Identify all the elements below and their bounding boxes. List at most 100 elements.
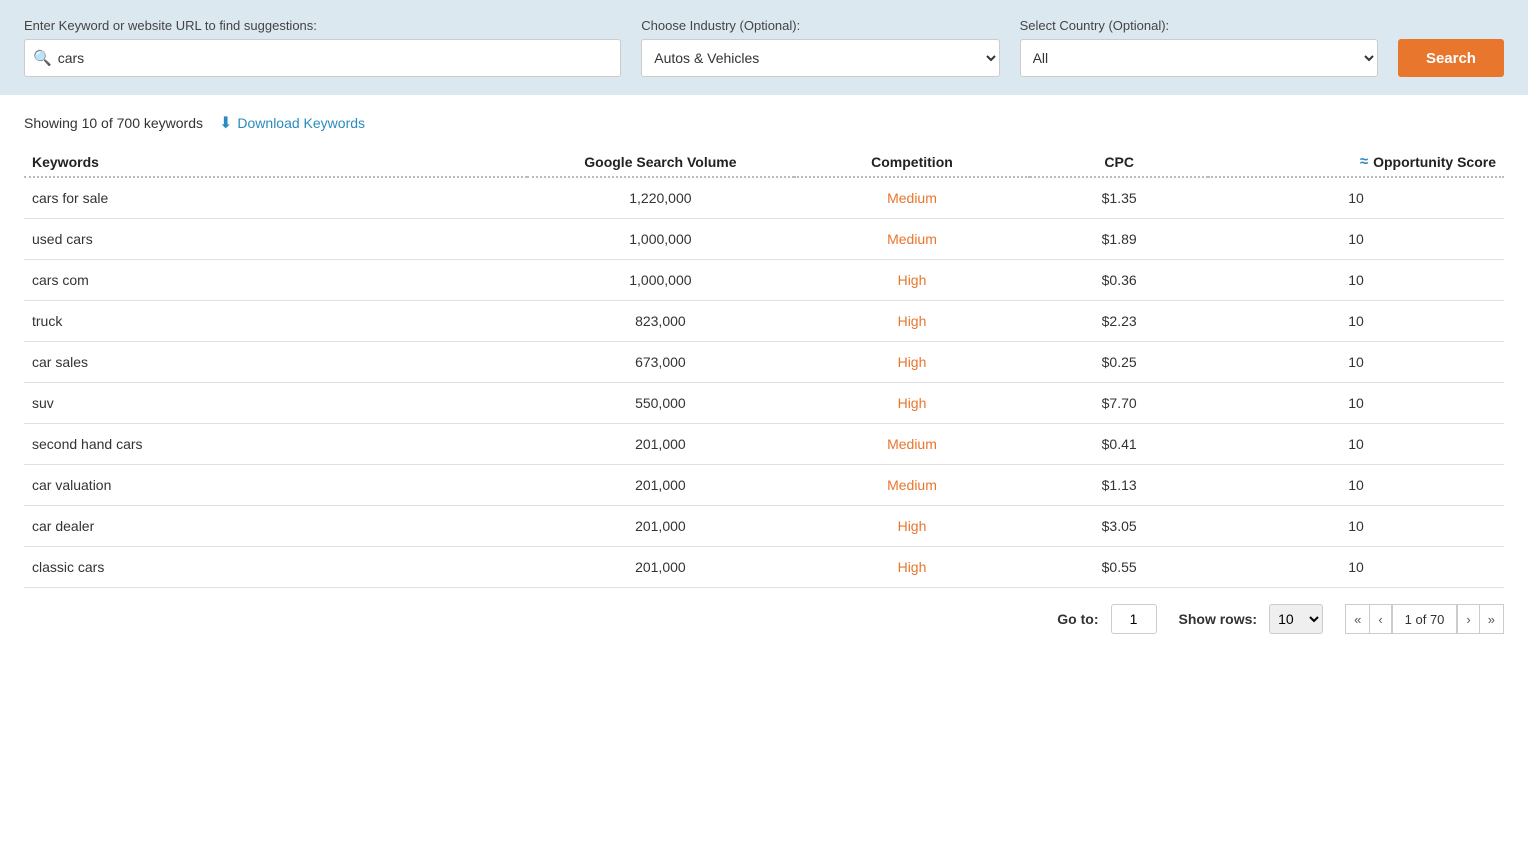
cell-competition: High (794, 301, 1031, 342)
cell-cpc: $2.23 (1030, 301, 1208, 342)
cell-opportunity: 10 (1208, 177, 1504, 219)
page-info: 1 of 70 (1392, 604, 1458, 634)
pagination-controls: « ‹ 1 of 70 › » (1345, 604, 1504, 634)
cell-volume: 1,220,000 (527, 177, 793, 219)
table-row: car dealer 201,000 High $3.05 10 (24, 506, 1504, 547)
cell-keyword: used cars (24, 219, 527, 260)
cell-volume: 1,000,000 (527, 260, 793, 301)
table-row: classic cars 201,000 High $0.55 10 (24, 547, 1504, 588)
table-row: suv 550,000 High $7.70 10 (24, 383, 1504, 424)
cell-volume: 823,000 (527, 301, 793, 342)
table-header-row: Keywords Google Search Volume Competitio… (24, 143, 1504, 177)
keywords-table: Keywords Google Search Volume Competitio… (24, 143, 1504, 588)
search-bar: Enter Keyword or website URL to find sug… (0, 0, 1528, 95)
country-select[interactable]: All United States United Kingdom Canada … (1020, 39, 1378, 77)
opportunity-label: Opportunity Score (1373, 154, 1496, 170)
cell-cpc: $0.55 (1030, 547, 1208, 588)
cell-volume: 1,000,000 (527, 219, 793, 260)
goto-label: Go to: (1057, 611, 1098, 627)
cell-competition: High (794, 342, 1031, 383)
search-icon: 🔍 (33, 49, 52, 67)
download-icon: ⬇ (219, 113, 232, 133)
cell-keyword: suv (24, 383, 527, 424)
cell-cpc: $1.35 (1030, 177, 1208, 219)
col-header-cpc: CPC (1030, 143, 1208, 177)
table-row: car sales 673,000 High $0.25 10 (24, 342, 1504, 383)
cell-volume: 201,000 (527, 506, 793, 547)
download-keywords-label: Download Keywords (237, 115, 365, 131)
cell-volume: 673,000 (527, 342, 793, 383)
table-row: car valuation 201,000 Medium $1.13 10 (24, 465, 1504, 506)
col-header-volume: Google Search Volume (527, 143, 793, 177)
cell-cpc: $3.05 (1030, 506, 1208, 547)
cell-competition: High (794, 260, 1031, 301)
cell-volume: 201,000 (527, 465, 793, 506)
keyword-group: Enter Keyword or website URL to find sug… (24, 18, 621, 77)
keyword-input-wrap: 🔍 (24, 39, 621, 77)
keywords-table-wrap: Keywords Google Search Volume Competitio… (0, 143, 1528, 588)
cell-keyword: cars for sale (24, 177, 527, 219)
cell-opportunity: 10 (1208, 465, 1504, 506)
industry-group: Choose Industry (Optional): Autos & Vehi… (641, 18, 999, 77)
col-header-opportunity: ≈ Opportunity Score (1208, 143, 1504, 177)
results-header: Showing 10 of 700 keywords ⬇ Download Ke… (0, 95, 1528, 143)
cell-opportunity: 10 (1208, 383, 1504, 424)
keyword-input[interactable] (52, 50, 613, 66)
cell-competition: High (794, 383, 1031, 424)
cell-opportunity: 10 (1208, 506, 1504, 547)
cell-volume: 201,000 (527, 547, 793, 588)
cell-keyword: car valuation (24, 465, 527, 506)
cell-cpc: $0.36 (1030, 260, 1208, 301)
col-header-competition: Competition (794, 143, 1031, 177)
cell-competition: High (794, 506, 1031, 547)
showing-text: Showing 10 of 700 keywords (24, 115, 203, 131)
search-button[interactable]: Search (1398, 39, 1504, 77)
waves-icon: ≈ (1360, 153, 1368, 170)
industry-label: Choose Industry (Optional): (641, 18, 999, 33)
cell-opportunity: 10 (1208, 219, 1504, 260)
next-page-button[interactable]: › (1457, 604, 1479, 634)
download-keywords-link[interactable]: ⬇ Download Keywords (219, 113, 365, 133)
first-page-button[interactable]: « (1345, 604, 1369, 634)
country-group: Select Country (Optional): All United St… (1020, 18, 1378, 77)
goto-input[interactable] (1111, 604, 1157, 634)
table-row: used cars 1,000,000 Medium $1.89 10 (24, 219, 1504, 260)
industry-select[interactable]: Autos & Vehicles Arts & Entertainment Fi… (641, 39, 999, 77)
last-page-button[interactable]: » (1480, 604, 1504, 634)
cell-competition: Medium (794, 424, 1031, 465)
country-label: Select Country (Optional): (1020, 18, 1378, 33)
cell-keyword: classic cars (24, 547, 527, 588)
cell-competition: Medium (794, 219, 1031, 260)
cell-cpc: $1.13 (1030, 465, 1208, 506)
table-row: truck 823,000 High $2.23 10 (24, 301, 1504, 342)
cell-opportunity: 10 (1208, 260, 1504, 301)
cell-volume: 550,000 (527, 383, 793, 424)
prev-page-button[interactable]: ‹ (1369, 604, 1391, 634)
pagination-row: Go to: Show rows: 10 25 50 100 « ‹ 1 of … (0, 588, 1528, 650)
cell-keyword: car dealer (24, 506, 527, 547)
table-row: second hand cars 201,000 Medium $0.41 10 (24, 424, 1504, 465)
cell-opportunity: 10 (1208, 301, 1504, 342)
cell-opportunity: 10 (1208, 547, 1504, 588)
cell-keyword: second hand cars (24, 424, 527, 465)
cell-competition: Medium (794, 465, 1031, 506)
cell-volume: 201,000 (527, 424, 793, 465)
cell-opportunity: 10 (1208, 342, 1504, 383)
cell-competition: Medium (794, 177, 1031, 219)
cell-keyword: truck (24, 301, 527, 342)
cell-keyword: car sales (24, 342, 527, 383)
showrows-label: Show rows: (1179, 611, 1258, 627)
cell-keyword: cars com (24, 260, 527, 301)
cell-cpc: $0.25 (1030, 342, 1208, 383)
table-body: cars for sale 1,220,000 Medium $1.35 10 … (24, 177, 1504, 588)
keyword-label: Enter Keyword or website URL to find sug… (24, 18, 621, 33)
table-row: cars for sale 1,220,000 Medium $1.35 10 (24, 177, 1504, 219)
cell-cpc: $7.70 (1030, 383, 1208, 424)
cell-competition: High (794, 547, 1031, 588)
cell-cpc: $0.41 (1030, 424, 1208, 465)
cell-opportunity: 10 (1208, 424, 1504, 465)
table-row: cars com 1,000,000 High $0.36 10 (24, 260, 1504, 301)
col-header-keyword: Keywords (24, 143, 527, 177)
cell-cpc: $1.89 (1030, 219, 1208, 260)
showrows-select[interactable]: 10 25 50 100 (1269, 604, 1323, 634)
